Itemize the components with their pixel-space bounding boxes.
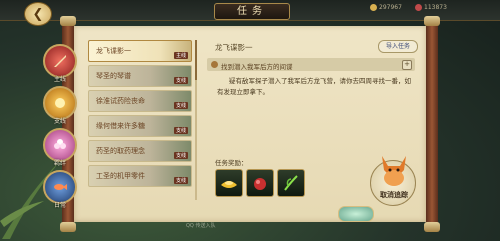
task-list-scrollbar[interactable] bbox=[195, 40, 197, 200]
tab-main-quest[interactable]: 主线 bbox=[43, 44, 77, 83]
flower-icon bbox=[54, 139, 66, 149]
resource-counter: 113873 bbox=[415, 4, 447, 11]
task-list-item[interactable]: 徐淮试药险丧命 支线 bbox=[88, 90, 192, 112]
tab-daily-quest[interactable]: 日常 bbox=[43, 170, 77, 209]
quest-type-badge: 主线 bbox=[173, 52, 188, 59]
reward-item[interactable] bbox=[215, 169, 243, 197]
task-list: 龙飞谍影一 主线 琴圣的琴谱 支线 徐淮试药险丧命 支线 缘何借来许多糖 支线 药圣的取… bbox=[88, 40, 192, 190]
quest-type-badge: 支线 bbox=[173, 77, 188, 84]
quest-type-badge: 支线 bbox=[173, 102, 188, 109]
sword-icon bbox=[54, 55, 66, 67]
coin-icon bbox=[370, 4, 377, 11]
scroll-rod-right bbox=[424, 16, 440, 232]
back-button[interactable]: ❮ bbox=[24, 2, 52, 26]
import-task-button[interactable]: 导入任务 bbox=[378, 40, 418, 53]
task-list-item[interactable]: 龙飞谍影一 主线 bbox=[88, 40, 192, 62]
jade-ornament bbox=[338, 206, 374, 222]
expand-icon[interactable]: + bbox=[402, 60, 412, 70]
back-arrow-icon: ❮ bbox=[32, 6, 44, 22]
red-pill-icon bbox=[254, 178, 266, 190]
gem-icon bbox=[415, 4, 422, 11]
cancel-tracking-button[interactable]: 取消追踪 bbox=[370, 152, 418, 206]
reward-item[interactable] bbox=[246, 169, 274, 197]
fox-mascot-icon bbox=[382, 156, 406, 186]
fish-icon bbox=[54, 184, 67, 190]
tab-bond-quest[interactable]: 羁绊 bbox=[43, 128, 77, 167]
sun-icon bbox=[55, 98, 65, 108]
resource-counter: 297967 bbox=[370, 4, 402, 11]
task-list-item[interactable]: 缘何借来许多糖 支线 bbox=[88, 115, 192, 137]
task-objective[interactable]: 找到潜入我军后方的间谍 + bbox=[207, 58, 415, 71]
task-list-item[interactable]: 药圣的取药理念 支线 bbox=[88, 140, 192, 162]
chat-hint[interactable]: QQ 传送入队 bbox=[186, 222, 215, 229]
tab-side-quest[interactable]: 支线 bbox=[43, 86, 77, 125]
objective-marker-icon bbox=[211, 61, 218, 68]
gold-ingot-icon bbox=[221, 181, 237, 188]
task-title: 龙飞谍影一 bbox=[215, 43, 253, 52]
window-title: 任务 bbox=[214, 3, 290, 20]
herb-icon bbox=[284, 175, 298, 191]
task-description: 疑有敌军探子潜入了我军后方龙飞营，请你去四周寻找一番，如有发现立即拿下。 bbox=[217, 77, 411, 96]
quest-type-badge: 支线 bbox=[173, 177, 188, 184]
quest-type-badge: 支线 bbox=[173, 127, 188, 134]
task-list-item[interactable]: 工圣的机甲零件 支线 bbox=[88, 165, 192, 187]
reward-item[interactable] bbox=[277, 169, 305, 197]
quest-type-badge: 支线 bbox=[173, 152, 188, 159]
reward-label: 任务奖励： bbox=[215, 159, 248, 167]
task-list-item[interactable]: 琴圣的琴谱 支线 bbox=[88, 65, 192, 87]
